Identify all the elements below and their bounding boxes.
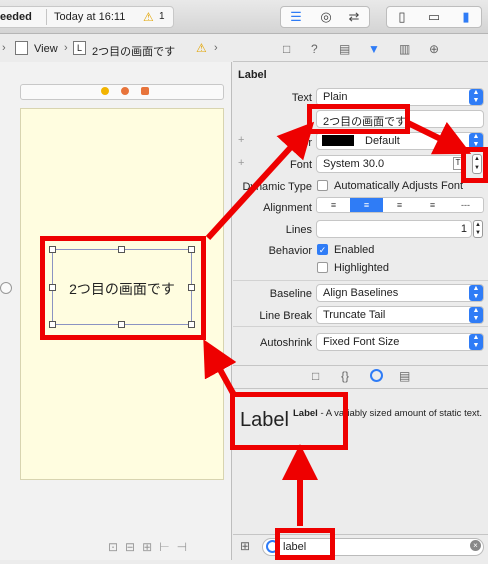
arrow-to-text-field xyxy=(205,121,315,241)
arrow-to-stepper xyxy=(406,120,472,155)
arrow-to-canvas-label xyxy=(203,339,237,397)
annotation-arrows xyxy=(203,120,472,526)
